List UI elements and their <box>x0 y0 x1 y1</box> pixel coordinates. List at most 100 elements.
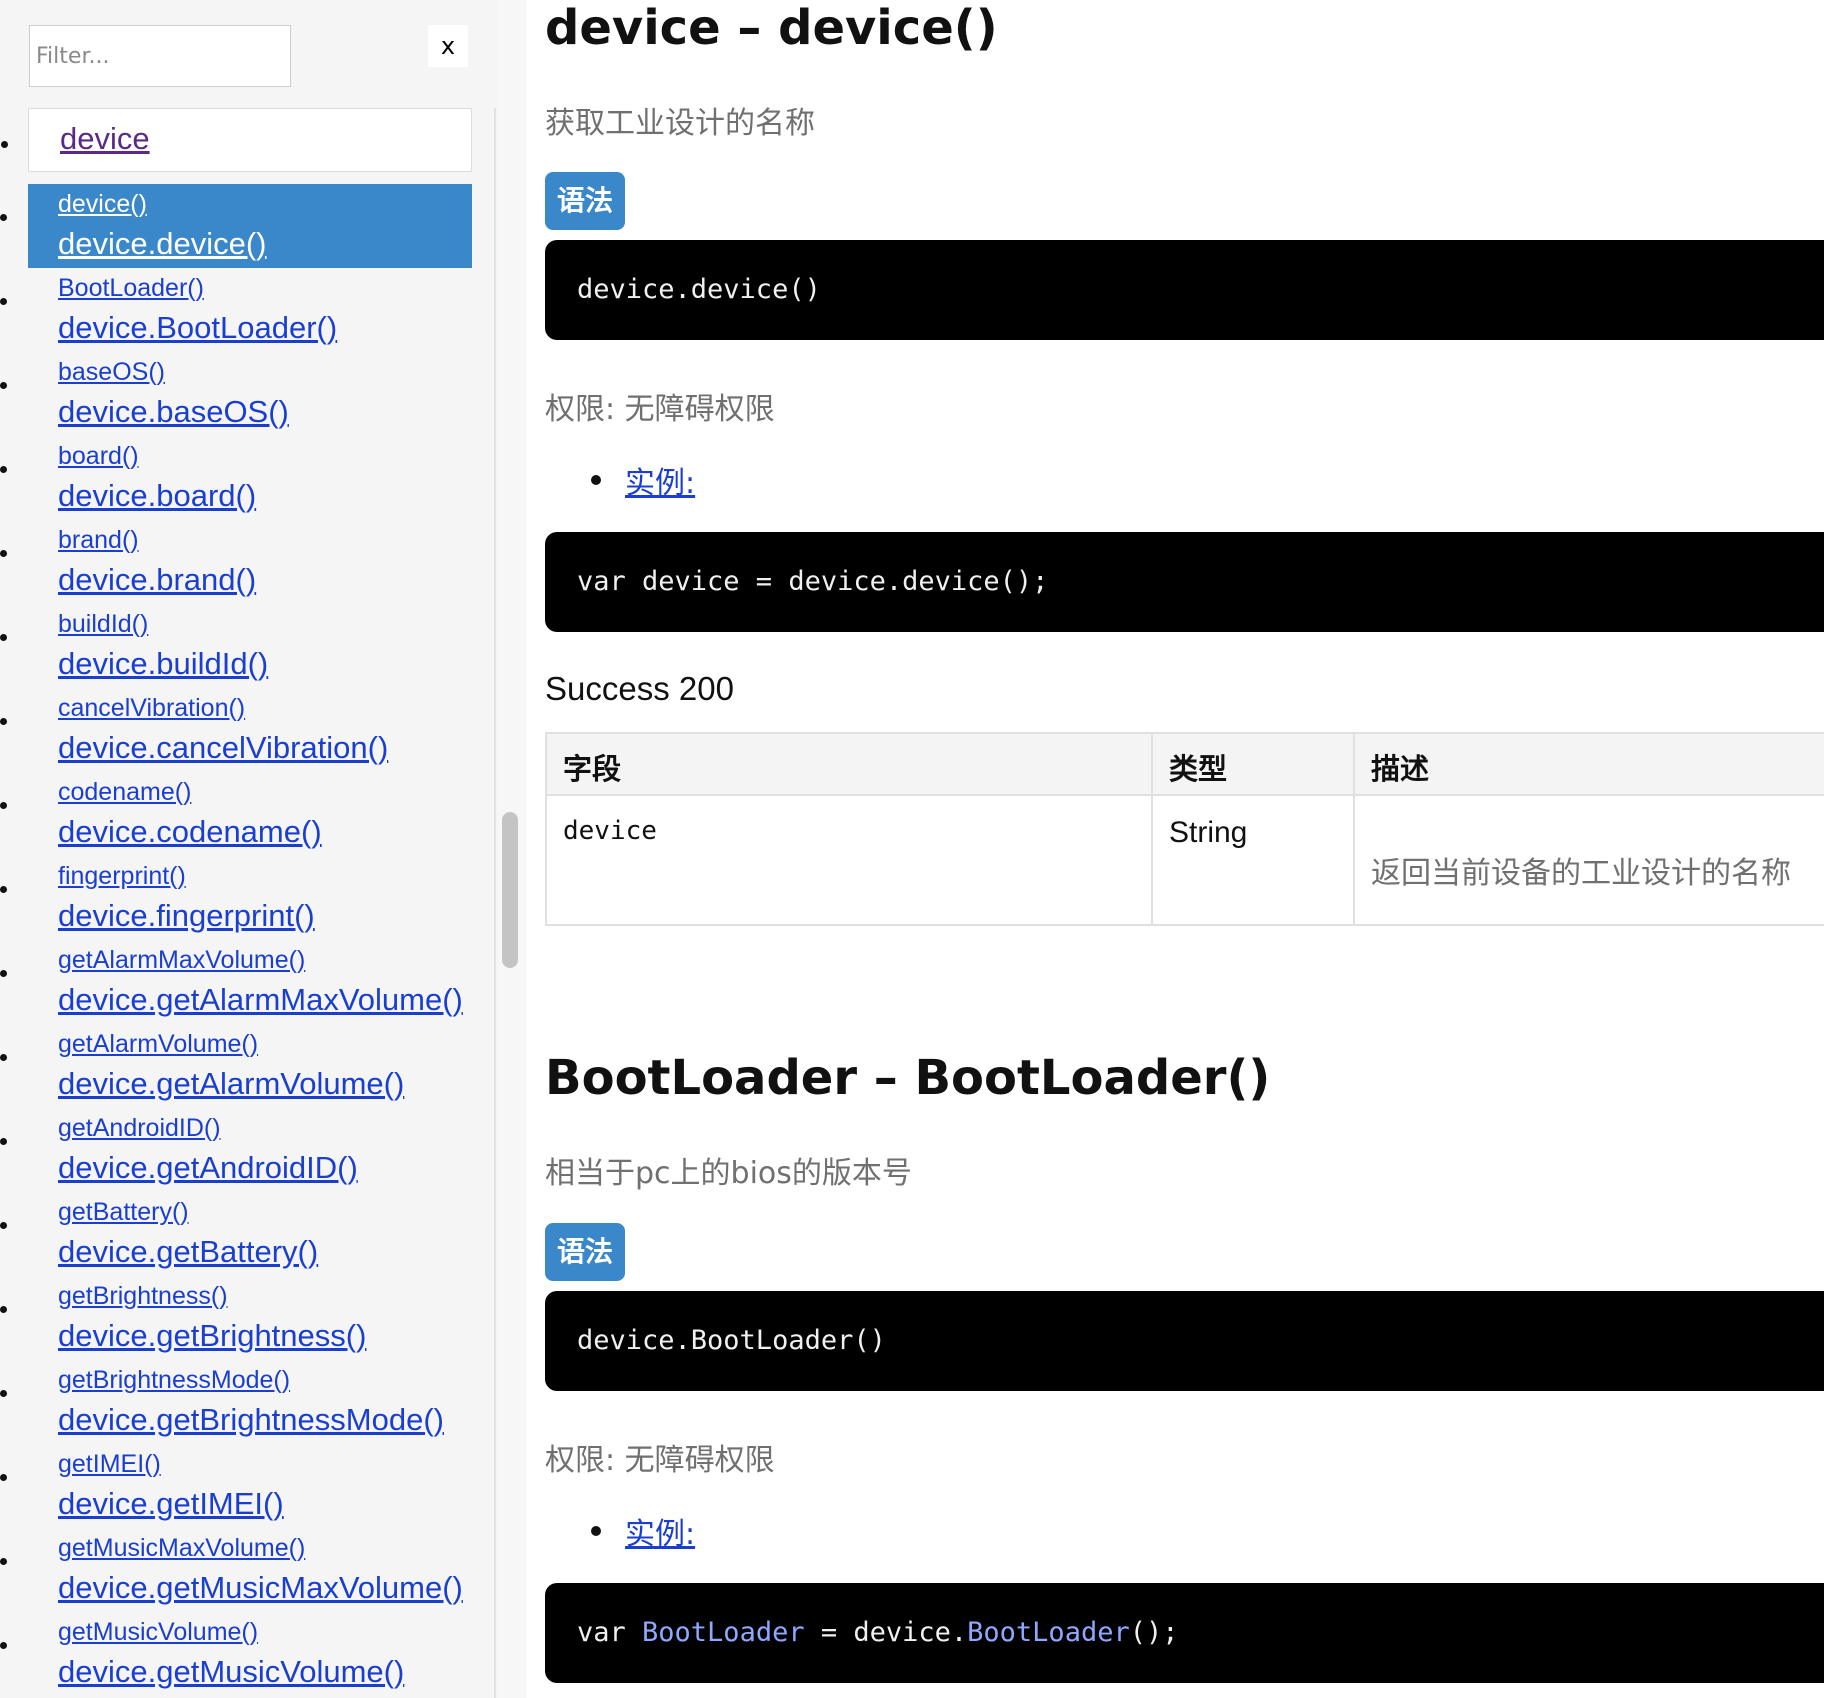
example-code-block: var device = device.device(); <box>545 532 1824 632</box>
code-function: BootLoader <box>967 1617 1130 1648</box>
table-header-field: 字段 <box>545 732 1153 796</box>
sidebar-item-short[interactable]: fingerprint() <box>58 862 186 891</box>
sidebar-item-full[interactable]: device.brand() <box>58 562 256 598</box>
table-header-description: 描述 <box>1353 732 1824 796</box>
bullet-icon <box>0 550 7 557</box>
bullet-icon <box>0 214 7 221</box>
sidebar-item-short[interactable]: getIMEI() <box>58 1450 161 1479</box>
sidebar-item-getbattery[interactable]: getBattery() device.getBattery() <box>0 1192 498 1276</box>
bullet-icon <box>0 1222 7 1229</box>
bullet-icon <box>0 1138 7 1145</box>
sidebar-item-full[interactable]: device.getBrightnessMode() <box>58 1402 444 1438</box>
sidebar-item-getbrightness[interactable]: getBrightness() device.getBrightness() <box>0 1276 498 1360</box>
sidebar-item-full[interactable]: device.getMusicVolume() <box>58 1654 404 1690</box>
bullet-icon <box>0 1054 7 1061</box>
bullet-icon <box>0 886 7 893</box>
section-description: 相当于pc上的bios的版本号 <box>545 1156 912 1191</box>
sidebar-item-short[interactable]: buildId() <box>58 610 148 639</box>
spacer <box>0 172 498 184</box>
sidebar-item-full[interactable]: device.cancelVibration() <box>58 730 388 766</box>
sidebar-item-getalarmvolume[interactable]: getAlarmVolume() device.getAlarmVolume() <box>0 1024 498 1108</box>
sidebar-item-baseos[interactable]: baseOS() device.baseOS() <box>0 352 498 436</box>
section-title-device: device – device() <box>545 0 998 56</box>
sidebar-item-short[interactable]: getMusicMaxVolume() <box>58 1534 305 1563</box>
sidebar-item-short[interactable]: device() <box>58 190 147 219</box>
sidebar-item-short[interactable]: getMusicVolume() <box>58 1618 258 1647</box>
table-cell-description: 返回当前设备的工业设计的名称 <box>1353 794 1824 926</box>
sidebar-item-device[interactable]: device() device.device() <box>0 184 472 268</box>
sidebar-item-full[interactable]: device.codename() <box>58 814 322 850</box>
bullet-icon <box>0 1642 7 1649</box>
bullet-icon <box>0 1390 7 1397</box>
sidebar-item-bootloader[interactable]: BootLoader() device.BootLoader() <box>0 268 498 352</box>
sidebar-item-full[interactable]: device.getAndroidID() <box>58 1150 358 1186</box>
sidebar-item-short[interactable]: getBrightnessMode() <box>58 1366 290 1395</box>
sidebar-item-short[interactable]: brand() <box>58 526 139 555</box>
example-link[interactable]: 实例: <box>625 1509 695 1553</box>
syntax-badge: 语法 <box>545 1223 625 1281</box>
sidebar-item-short[interactable]: getAlarmVolume() <box>58 1030 258 1059</box>
sidebar-item-full[interactable]: device.board() <box>58 478 256 514</box>
sidebar-item-short[interactable]: getBrightness() <box>58 1282 228 1311</box>
sidebar-item-full[interactable]: device.getAlarmVolume() <box>58 1066 404 1102</box>
table-header-type: 类型 <box>1151 732 1355 796</box>
sidebar-item-short[interactable]: BootLoader() <box>58 274 204 303</box>
section-title-bootloader: BootLoader – BootLoader() <box>545 1050 1271 1106</box>
nav-group-device: device <box>1 108 472 172</box>
bullet-icon <box>0 1558 7 1565</box>
bullet-icon <box>0 970 7 977</box>
clear-filter-button[interactable]: x <box>428 25 468 67</box>
sidebar-item-full[interactable]: device.getBrightness() <box>58 1318 366 1354</box>
filter-input[interactable] <box>29 25 291 87</box>
sidebar-item-full[interactable]: device.device() <box>58 226 266 262</box>
sidebar-item-short[interactable]: getAlarmMaxVolume() <box>58 946 305 975</box>
sidebar: x device device() device.device() BootLo… <box>0 0 498 1698</box>
sidebar-item-short[interactable]: getBattery() <box>58 1198 189 1227</box>
section-description: 获取工业设计的名称 <box>545 106 815 141</box>
sidebar-item-full[interactable]: device.getMusicMaxVolume() <box>58 1570 463 1606</box>
bullet-icon <box>0 1306 7 1313</box>
sidebar-item-getimei[interactable]: getIMEI() device.getIMEI() <box>0 1444 498 1528</box>
sidebar-item-buildid[interactable]: buildId() device.buildId() <box>0 604 498 688</box>
scrollbar-thumb[interactable] <box>502 812 518 968</box>
example-link[interactable]: 实例: <box>625 458 695 502</box>
sidebar-item-short[interactable]: codename() <box>58 778 191 807</box>
sidebar-item-codename[interactable]: codename() device.codename() <box>0 772 498 856</box>
table-header-row: 字段 类型 描述 <box>545 732 1824 796</box>
permission-text: 权限: 无障碍权限 <box>545 1443 775 1478</box>
sidebar-item-short[interactable]: getAndroidID() <box>58 1114 221 1143</box>
bullet-icon <box>591 475 601 485</box>
syntax-code-block: device.BootLoader() <box>545 1291 1824 1391</box>
sidebar-item-full[interactable]: device.buildId() <box>58 646 268 682</box>
table-cell-type: String <box>1151 794 1355 926</box>
code-variable: BootLoader <box>642 1617 805 1648</box>
sidebar-item-full[interactable]: device.BootLoader() <box>58 310 337 346</box>
sidebar-item-getmusicmaxvolume[interactable]: getMusicMaxVolume() device.getMusicMaxVo… <box>0 1528 498 1612</box>
sidebar-item-board[interactable]: board() device.board() <box>0 436 498 520</box>
bullet-icon <box>0 382 7 389</box>
sidebar-item-full[interactable]: device.getBattery() <box>58 1234 318 1270</box>
syntax-badge: 语法 <box>545 172 625 230</box>
bullet-icon <box>0 1474 7 1481</box>
bullet-icon <box>0 466 7 473</box>
sidebar-item-getandroidid[interactable]: getAndroidID() device.getAndroidID() <box>0 1108 498 1192</box>
success-heading: Success 200 <box>545 670 734 707</box>
sidebar-item-full[interactable]: device.fingerprint() <box>58 898 315 934</box>
sidebar-item-getbrightnessmode[interactable]: getBrightnessMode() device.getBrightness… <box>0 1360 498 1444</box>
bullet-icon <box>591 1526 601 1536</box>
sidebar-item-short[interactable]: baseOS() <box>58 358 165 387</box>
sidebar-divider <box>494 108 496 1698</box>
nav-group-link[interactable]: device <box>60 121 150 157</box>
sidebar-item-full[interactable]: device.baseOS() <box>58 394 289 430</box>
sidebar-item-full[interactable]: device.getAlarmMaxVolume() <box>58 982 463 1018</box>
sidebar-item-cancelvibration[interactable]: cancelVibration() device.cancelVibration… <box>0 688 498 772</box>
sidebar-item-brand[interactable]: brand() device.brand() <box>0 520 498 604</box>
sidebar-item-getalarmmaxvolume[interactable]: getAlarmMaxVolume() device.getAlarmMaxVo… <box>0 940 498 1024</box>
sidebar-item-short[interactable]: board() <box>58 442 139 471</box>
sidebar-item-fingerprint[interactable]: fingerprint() device.fingerprint() <box>0 856 498 940</box>
permission-text: 权限: 无障碍权限 <box>545 392 775 427</box>
sidebar-item-getmusicvolume[interactable]: getMusicVolume() device.getMusicVolume() <box>0 1612 498 1696</box>
sidebar-item-full[interactable]: device.getIMEI() <box>58 1486 284 1522</box>
sidebar-item-short[interactable]: cancelVibration() <box>58 694 245 723</box>
table-row: device String 返回当前设备的工业设计的名称 <box>545 794 1824 926</box>
